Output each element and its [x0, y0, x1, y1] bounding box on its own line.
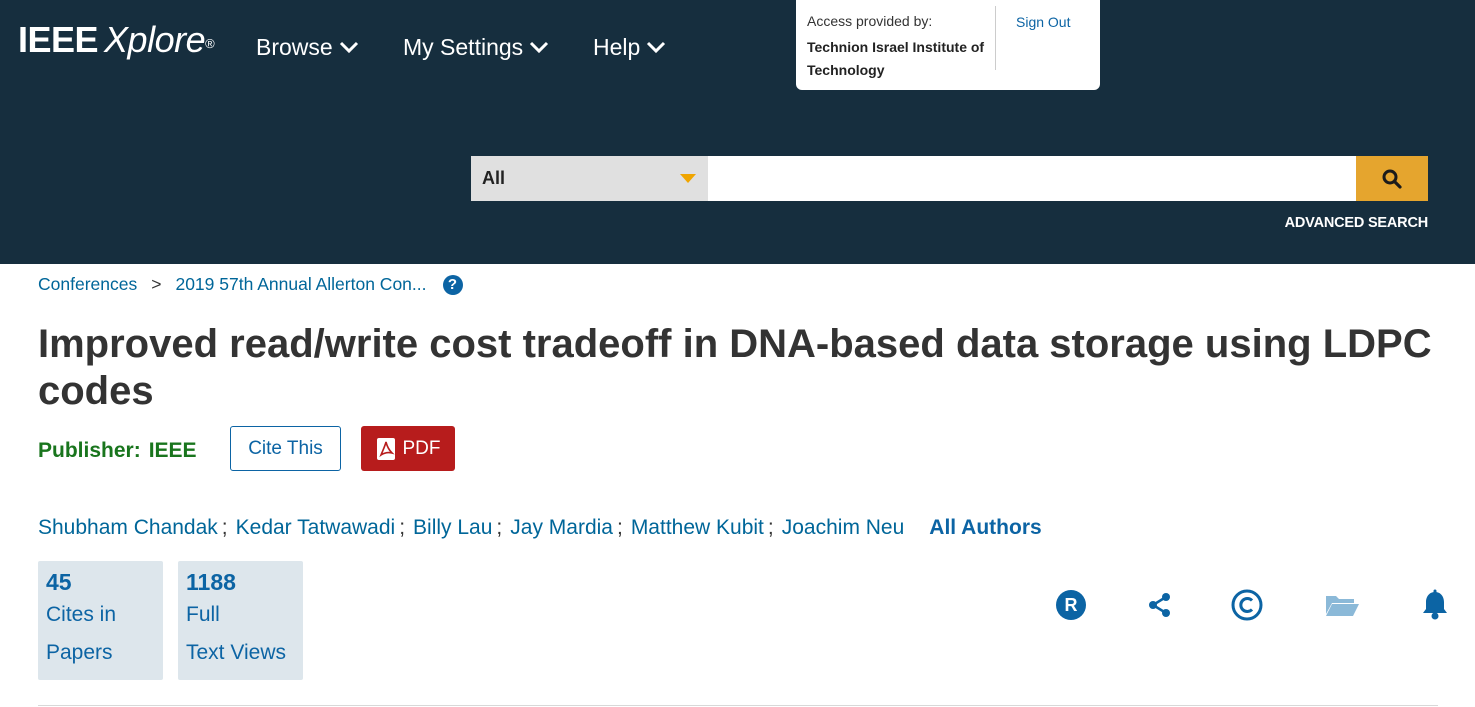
- svg-text:R: R: [1065, 595, 1078, 615]
- chevron-down-icon: [339, 41, 358, 54]
- metric-value: 1188: [186, 569, 236, 595]
- author-link[interactable]: Matthew Kubit: [631, 516, 764, 540]
- author-separator: ;: [616, 516, 623, 539]
- metric-cites[interactable]: 45 Cites in Papers: [38, 561, 163, 680]
- metric-value: 45: [46, 569, 72, 595]
- breadcrumb-conference-name[interactable]: 2019 57th Annual Allerton Con...: [175, 274, 426, 295]
- nav-browse[interactable]: Browse: [256, 33, 359, 61]
- nav-my-settings-label: My Settings: [403, 34, 524, 60]
- chevron-down-icon: [647, 41, 666, 54]
- search-scope-value: All: [482, 168, 506, 188]
- article-title: Improved read/write cost tradeoff in DNA…: [38, 322, 1432, 413]
- author-link[interactable]: Kedar Tatwawadi: [236, 516, 396, 540]
- publisher-label: Publisher:: [38, 439, 141, 462]
- copyright-icon[interactable]: [1230, 588, 1264, 622]
- access-label: Access provided by:: [807, 13, 933, 29]
- pdf-label: PDF: [402, 437, 441, 459]
- metric-label-line1: Full: [186, 603, 220, 626]
- sign-out-link[interactable]: Sign Out: [1016, 14, 1070, 30]
- metric-label-line2: Text Views: [186, 641, 286, 664]
- author-separator: ;: [767, 516, 774, 539]
- search-bar: All: [471, 156, 1428, 201]
- pdf-icon: [376, 437, 395, 460]
- advanced-search-link[interactable]: ADVANCED SEARCH: [1285, 215, 1429, 231]
- help-icon[interactable]: ?: [442, 274, 463, 295]
- author-link[interactable]: Jay Mardia: [510, 516, 613, 540]
- search-input[interactable]: [708, 156, 1356, 201]
- nav-browse-label: Browse: [256, 34, 333, 60]
- metric-label-line1: Cites in: [46, 603, 117, 626]
- folder-icon[interactable]: [1322, 588, 1362, 622]
- logo-xplore: Xplore: [104, 19, 206, 60]
- access-divider: [995, 6, 996, 70]
- search-button[interactable]: [1356, 156, 1428, 201]
- pdf-button[interactable]: PDF: [361, 426, 455, 471]
- nav-help[interactable]: Help: [593, 33, 666, 61]
- author-separator: ;: [221, 516, 228, 539]
- breadcrumb-separator: >: [151, 274, 162, 294]
- access-institution: Technion Israel Institute of Technology: [807, 39, 985, 78]
- all-authors-link[interactable]: All Authors: [929, 516, 1041, 540]
- author-link[interactable]: Joachim Neu: [782, 516, 905, 540]
- metric-views[interactable]: 1188 Full Text Views: [178, 561, 303, 680]
- publisher-info: Publisher: IEEE: [38, 439, 197, 463]
- chevron-down-icon: [530, 41, 549, 54]
- author-separator: ;: [399, 516, 406, 539]
- top-header: IEEE Xplore® Browse My Settings Help Acce…: [0, 0, 1475, 264]
- ieee-xplore-logo[interactable]: IEEE Xplore®: [18, 19, 215, 60]
- publisher-value: IEEE: [148, 439, 197, 462]
- breadcrumb: Conferences > 2019 57th Annual Allerton …: [38, 274, 463, 295]
- breadcrumb-conferences[interactable]: Conferences: [38, 274, 137, 295]
- share-icon[interactable]: [1143, 588, 1177, 622]
- cite-this-button[interactable]: Cite This: [230, 426, 341, 471]
- rights-icon[interactable]: R: [1054, 588, 1088, 622]
- nav-help-label: Help: [593, 34, 641, 60]
- nav-my-settings[interactable]: My Settings: [403, 33, 549, 61]
- section-divider: [38, 705, 1438, 706]
- search-icon: [1382, 169, 1402, 189]
- bell-icon[interactable]: [1418, 588, 1452, 622]
- cite-this-label: Cite This: [248, 437, 323, 459]
- logo-ieee: IEEE: [18, 19, 99, 60]
- search-scope-select[interactable]: All: [471, 156, 708, 201]
- caret-down-icon: [680, 174, 696, 183]
- author-separator: ;: [496, 516, 503, 539]
- author-link[interactable]: Shubham Chandak: [38, 516, 218, 540]
- access-panel: Access provided by: Technion Israel Inst…: [796, 0, 1100, 90]
- author-list: Shubham Chandak; Kedar Tatwawadi; Billy …: [38, 516, 1042, 540]
- metric-label-line2: Papers: [46, 641, 113, 664]
- author-link[interactable]: Billy Lau: [413, 516, 492, 540]
- logo-registered-mark: ®: [205, 36, 215, 51]
